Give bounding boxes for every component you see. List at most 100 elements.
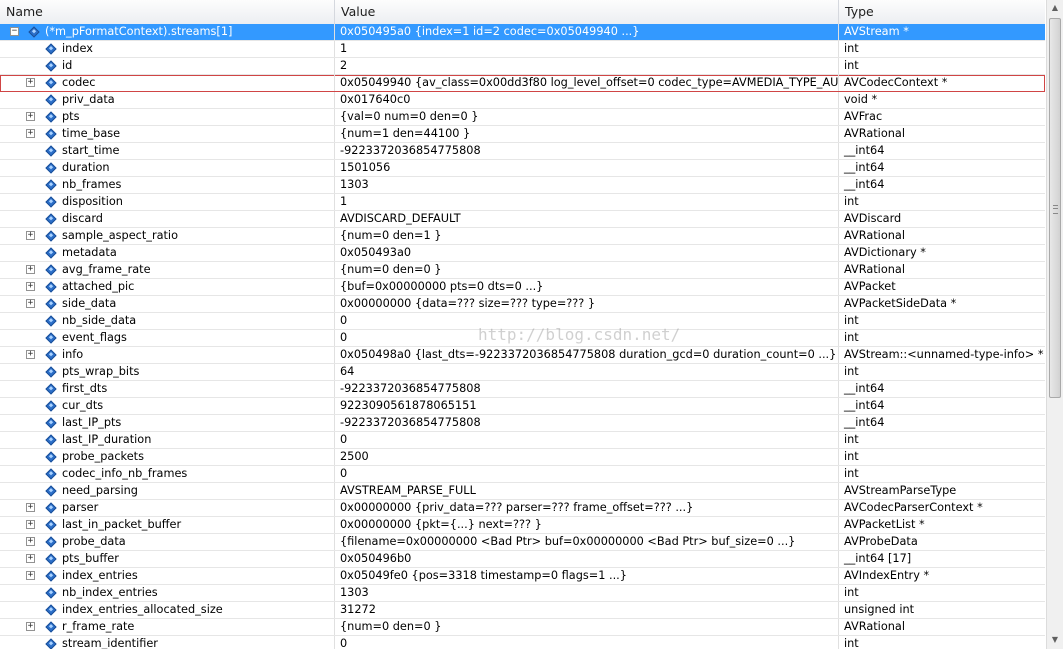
row-name-cell[interactable]: event_flags [0, 330, 335, 346]
watch-row[interactable]: + probe_data {filename=0x00000000 <Bad Ptr… [0, 534, 1045, 551]
row-name-cell[interactable]: stream_identifier [0, 636, 335, 649]
row-name-cell[interactable]: + sample_aspect_ratio [0, 228, 335, 244]
watch-row[interactable]: metadata 0x050493a0 AVDictionary * [0, 245, 1045, 262]
watch-row[interactable]: + last_in_packet_buffer 0x00000000 {pkt={.… [0, 517, 1045, 534]
row-value[interactable]: 64 [335, 364, 839, 380]
vertical-scrollbar[interactable]: ▲ ▼ [1046, 0, 1063, 649]
watch-row[interactable]: + codec 0x05049940 {av_class=0x00dd3f80 lo… [0, 75, 1045, 92]
row-value[interactable]: 0x00000000 {priv_data=??? parser=??? fra… [335, 500, 839, 516]
watch-row[interactable]: index 1 int [0, 41, 1045, 58]
row-name-cell[interactable]: id [0, 58, 335, 74]
row-value[interactable]: 0x05049940 {av_class=0x00dd3f80 log_leve… [335, 75, 839, 91]
watch-row[interactable]: last_IP_duration 0 int [0, 432, 1045, 449]
watch-row[interactable]: + side_data 0x00000000 {data=??? size=??? … [0, 296, 1045, 313]
row-value[interactable]: 9223090561878065151 [335, 398, 839, 414]
row-value[interactable]: 0 [335, 636, 839, 649]
row-value[interactable]: 2 [335, 58, 839, 74]
row-name-cell[interactable]: + pts [0, 109, 335, 125]
expand-icon[interactable]: + [26, 112, 35, 121]
watch-row[interactable]: cur_dts 9223090561878065151 __int64 [0, 398, 1045, 415]
row-name-cell[interactable]: + parser [0, 500, 335, 516]
row-name-cell[interactable]: discard [0, 211, 335, 227]
row-value[interactable]: 1303 [335, 585, 839, 601]
row-value[interactable]: {buf=0x00000000 pts=0 dts=0 ...} [335, 279, 839, 295]
watch-row[interactable]: first_dts -9223372036854775808 __int64 [0, 381, 1045, 398]
row-name-cell[interactable]: + avg_frame_rate [0, 262, 335, 278]
row-name-cell[interactable]: disposition [0, 194, 335, 210]
row-value[interactable]: AVDISCARD_DEFAULT [335, 211, 839, 227]
row-name-cell[interactable]: nb_side_data [0, 313, 335, 329]
row-value[interactable]: -9223372036854775808 [335, 143, 839, 159]
watch-row[interactable]: codec_info_nb_frames 0 int [0, 466, 1045, 483]
row-name-cell[interactable]: index [0, 41, 335, 57]
scrollbar-thumb[interactable] [1049, 18, 1061, 398]
watch-row[interactable]: stream_identifier 0 int [0, 636, 1045, 649]
watch-row[interactable]: + time_base {num=1 den=44100 } AVRational [0, 126, 1045, 143]
row-name-cell[interactable]: codec_info_nb_frames [0, 466, 335, 482]
watch-row[interactable]: event_flags 0 int [0, 330, 1045, 347]
row-value[interactable]: 0 [335, 432, 839, 448]
watch-row[interactable]: need_parsing AVSTREAM_PARSE_FULL AVStreamP… [0, 483, 1045, 500]
row-name-cell[interactable]: start_time [0, 143, 335, 159]
row-name-cell[interactable]: − (*m_pFormatContext).streams[1] [0, 24, 335, 40]
row-name-cell[interactable]: + last_in_packet_buffer [0, 517, 335, 533]
row-name-cell[interactable]: + codec [0, 75, 335, 91]
row-value[interactable]: AVSTREAM_PARSE_FULL [335, 483, 839, 499]
watch-row[interactable]: + parser 0x00000000 {priv_data=??? parser=… [0, 500, 1045, 517]
row-name-cell[interactable]: + index_entries [0, 568, 335, 584]
watch-row[interactable]: + avg_frame_rate {num=0 den=0 } AVRational [0, 262, 1045, 279]
row-value[interactable]: 0x050493a0 [335, 245, 839, 261]
row-name-cell[interactable]: need_parsing [0, 483, 335, 499]
row-name-cell[interactable]: + time_base [0, 126, 335, 142]
watch-row[interactable]: − (*m_pFormatContext).streams[1] 0x050495a… [0, 24, 1045, 41]
row-name-cell[interactable]: + side_data [0, 296, 335, 312]
watch-row[interactable]: pts_wrap_bits 64 int [0, 364, 1045, 381]
row-value[interactable]: {num=0 den=0 } [335, 262, 839, 278]
row-name-cell[interactable]: pts_wrap_bits [0, 364, 335, 380]
expand-icon[interactable]: + [26, 520, 35, 529]
watch-row[interactable]: id 2 int [0, 58, 1045, 75]
expand-icon[interactable]: + [26, 78, 35, 87]
row-value[interactable]: {num=0 den=0 } [335, 619, 839, 635]
expand-icon[interactable]: + [26, 350, 35, 359]
watch-row[interactable]: + sample_aspect_ratio {num=0 den=1 } AVRati… [0, 228, 1045, 245]
row-name-cell[interactable]: nb_index_entries [0, 585, 335, 601]
watch-row[interactable]: + pts {val=0 num=0 den=0 } AVFrac [0, 109, 1045, 126]
expand-icon[interactable]: + [26, 503, 35, 512]
expand-icon[interactable]: + [26, 265, 35, 274]
row-value[interactable]: {val=0 num=0 den=0 } [335, 109, 839, 125]
watch-row[interactable]: last_IP_pts -9223372036854775808 __int64 [0, 415, 1045, 432]
row-name-cell[interactable]: priv_data [0, 92, 335, 108]
row-name-cell[interactable]: cur_dts [0, 398, 335, 414]
watch-row[interactable]: nb_frames 1303 __int64 [0, 177, 1045, 194]
row-name-cell[interactable]: + pts_buffer [0, 551, 335, 567]
row-name-cell[interactable]: nb_frames [0, 177, 335, 193]
expand-icon[interactable]: + [26, 622, 35, 631]
expand-icon[interactable]: + [26, 554, 35, 563]
watch-row[interactable]: index_entries_allocated_size 31272 unsigne… [0, 602, 1045, 619]
row-value[interactable]: 0x00000000 {pkt={...} next=??? } [335, 517, 839, 533]
row-value[interactable]: 2500 [335, 449, 839, 465]
expand-icon[interactable]: + [26, 282, 35, 291]
row-name-cell[interactable]: + info [0, 347, 335, 363]
row-value[interactable]: 0x050495a0 {index=1 id=2 codec=0x0504994… [335, 24, 839, 40]
row-value[interactable]: {num=1 den=44100 } [335, 126, 839, 142]
row-value[interactable]: 1 [335, 41, 839, 57]
expand-icon[interactable]: + [26, 571, 35, 580]
collapse-icon[interactable]: − [10, 27, 19, 36]
row-name-cell[interactable]: + attached_pic [0, 279, 335, 295]
watch-row[interactable]: disposition 1 int [0, 194, 1045, 211]
row-name-cell[interactable]: + r_frame_rate [0, 619, 335, 635]
watch-row[interactable]: priv_data 0x017640c0 void * [0, 92, 1045, 109]
row-name-cell[interactable]: first_dts [0, 381, 335, 397]
row-value[interactable]: {filename=0x00000000 <Bad Ptr> buf=0x000… [335, 534, 839, 550]
row-value[interactable]: 1 [335, 194, 839, 210]
column-header-name[interactable]: Name [0, 0, 335, 24]
expand-icon[interactable]: + [26, 299, 35, 308]
row-name-cell[interactable]: last_IP_duration [0, 432, 335, 448]
watch-row[interactable]: probe_packets 2500 int [0, 449, 1045, 466]
column-header-value[interactable]: Value [335, 0, 839, 24]
watch-row[interactable]: nb_index_entries 1303 int [0, 585, 1045, 602]
row-name-cell[interactable]: + probe_data [0, 534, 335, 550]
expand-icon[interactable]: + [26, 231, 35, 240]
